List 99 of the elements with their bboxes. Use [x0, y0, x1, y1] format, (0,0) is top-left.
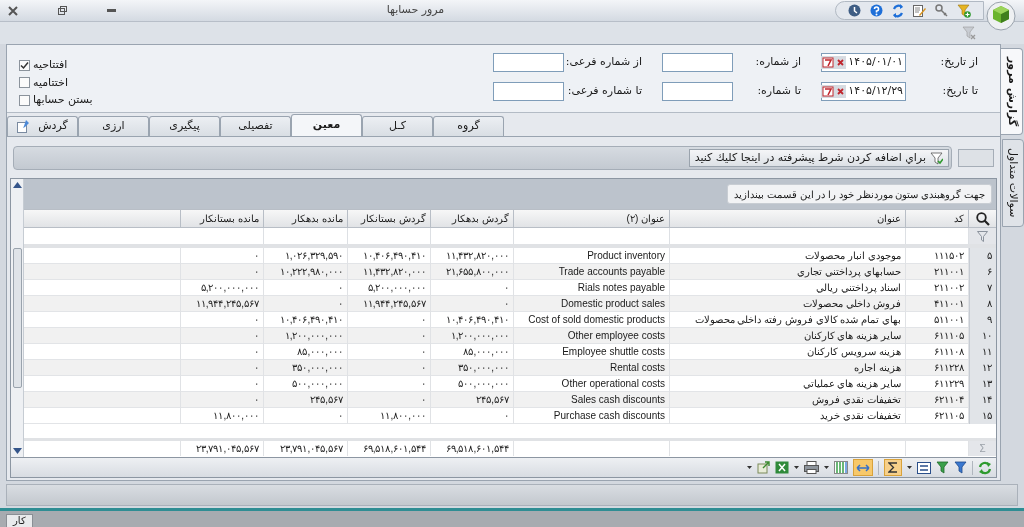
fit-width-button[interactable]	[853, 459, 873, 476]
row-number: ۹	[969, 312, 996, 328]
input-field[interactable]	[493, 82, 564, 101]
row-number: ۷	[969, 280, 996, 296]
dropdown-icon[interactable]	[907, 466, 912, 469]
field-label: از تاریخ:	[939, 54, 978, 71]
advanced-filter-button[interactable]: براي اضافه كردن شرط پيشرفته در اينجا كليك كنيد	[688, 149, 949, 167]
checkbox-option[interactable]: افتتاحیه	[19, 57, 93, 74]
column-header[interactable]: مانده بدهکار	[264, 210, 348, 227]
tab[interactable]: گردش	[7, 116, 78, 136]
row-number: ۱۱	[969, 344, 996, 360]
input-field[interactable]	[662, 82, 733, 101]
side-tab[interactable]: گزارش مرور	[1001, 48, 1023, 136]
table-cell: ۱۱,۸۰۰,۰۰۰	[348, 408, 431, 424]
input-field[interactable]	[493, 53, 564, 72]
field-label: تا شماره:	[756, 83, 802, 100]
window-title: مرور حسابها	[385, 2, 446, 19]
row-number: ۵	[969, 248, 996, 264]
scrollbar[interactable]	[11, 179, 24, 457]
tab[interactable]: ارزی	[78, 116, 149, 136]
table-cell: Purchase cash discounts	[514, 408, 670, 424]
table-cell: تخفيفات نقدي خريد	[670, 408, 906, 424]
key-icon[interactable]	[935, 4, 948, 17]
column-header[interactable]: عنوان	[670, 210, 906, 227]
scroll-thumb[interactable]	[12, 248, 22, 388]
help-icon[interactable]	[870, 4, 883, 17]
table-cell: ۰	[431, 408, 514, 424]
total-cell: ۶۹,۵۱۸,۶۰۱,۵۴۴	[348, 441, 431, 456]
sync-icon[interactable]	[892, 3, 904, 18]
column-header[interactable]: کد	[906, 210, 969, 227]
app-logo-icon[interactable]	[986, 0, 1016, 31]
checkbox[interactable]	[19, 94, 30, 106]
calendar-icon[interactable]	[821, 56, 836, 69]
filter-icon[interactable]	[936, 461, 949, 474]
field-label: از شماره فرعی:	[564, 54, 643, 71]
field-label: تا تاریخ:	[941, 83, 978, 100]
checkbox-option[interactable]: اختتامیه	[19, 74, 93, 91]
total-cell: ۲۳,۷۹۱,۰۴۵,۵۶۷	[181, 441, 264, 456]
column-header[interactable]: گردش بستانکار	[348, 210, 431, 227]
filter-row-icon[interactable]	[977, 230, 988, 242]
checkbox-option[interactable]: بستن حسابها	[19, 92, 93, 109]
tab[interactable]: پیگیری	[149, 116, 220, 136]
document-icon	[17, 120, 31, 133]
row-number: ۱۰	[969, 328, 996, 344]
input-field[interactable]	[662, 53, 733, 72]
date-field[interactable]: ۱۴۰۵/۰۱/۰۱	[821, 53, 906, 72]
printer-icon[interactable]	[804, 461, 819, 474]
row-number: ۱۳	[969, 376, 996, 392]
clock-icon[interactable]	[848, 4, 861, 17]
delete-icon[interactable]	[835, 85, 847, 98]
row-number: ۸	[969, 296, 996, 312]
table-cell: ۱۱,۸۰۰,۰۰۰	[181, 408, 264, 424]
field-label: تا شماره فرعی:	[566, 83, 643, 100]
sum-button[interactable]	[884, 459, 902, 476]
field-label: از شماره:	[754, 54, 802, 71]
filter-clear-icon[interactable]	[962, 26, 976, 40]
tab[interactable]: گروه	[433, 116, 504, 136]
dropdown-icon[interactable]	[747, 466, 752, 469]
total-cell: ۲۳,۷۹۱,۰۴۵,۵۶۷	[264, 441, 348, 456]
check-icon	[20, 60, 29, 70]
tab[interactable]: معین	[291, 114, 362, 136]
dropdown-icon[interactable]	[794, 466, 799, 469]
column-header[interactable]: عنوان (۲)	[514, 210, 670, 227]
column-header[interactable]: گردش بدهکار	[431, 210, 514, 227]
columns-icon[interactable]	[834, 461, 848, 474]
table-cell: ۶۲۱۱۰۵	[906, 408, 969, 424]
row-number: ۱۴	[969, 392, 996, 408]
search-icon[interactable]	[975, 211, 990, 226]
row-number: ۱۵	[969, 408, 996, 424]
checkbox[interactable]	[19, 59, 30, 71]
spreadsheet-icon[interactable]	[775, 461, 789, 474]
row-number: ۱۲	[969, 360, 996, 376]
tab[interactable]: کـل	[362, 116, 433, 136]
row-number: ۶	[969, 264, 996, 280]
restore-icon[interactable]	[58, 6, 67, 15]
dropdown-icon[interactable]	[824, 466, 829, 469]
scroll-down-icon[interactable]	[12, 448, 22, 454]
resize-arrows-icon	[856, 463, 870, 472]
refresh-icon[interactable]	[978, 460, 992, 475]
delete-icon[interactable]	[835, 56, 847, 69]
checkbox[interactable]	[19, 77, 30, 89]
taskbar-tab[interactable]: کار	[6, 514, 33, 527]
filter-icon	[930, 151, 943, 165]
edit-icon[interactable]	[913, 4, 926, 17]
column-header[interactable]: مانده بستانکار	[181, 210, 264, 227]
list-icon[interactable]	[917, 461, 931, 474]
sum-marker: Σ	[969, 441, 996, 456]
tab[interactable]: تفصیلی	[220, 116, 291, 136]
filter-icon[interactable]	[954, 461, 967, 474]
group-hint: جهت گروهبندي ستون موردنظر خود را در اين قسمت بيندازيد	[727, 184, 992, 204]
total-cell: ۶۹,۵۱۸,۶۰۱,۵۴۴	[431, 441, 514, 456]
calendar-icon[interactable]	[821, 85, 836, 98]
table-cell: ۰	[264, 408, 348, 424]
export-icon[interactable]	[757, 461, 770, 474]
scroll-up-icon[interactable]	[12, 182, 22, 188]
side-tab[interactable]: سوالات متداول	[1002, 139, 1024, 227]
date-field[interactable]: ۱۴۰۵/۱۲/۲۹	[821, 82, 906, 101]
close-icon[interactable]	[8, 5, 18, 16]
sigma-icon	[888, 462, 898, 473]
